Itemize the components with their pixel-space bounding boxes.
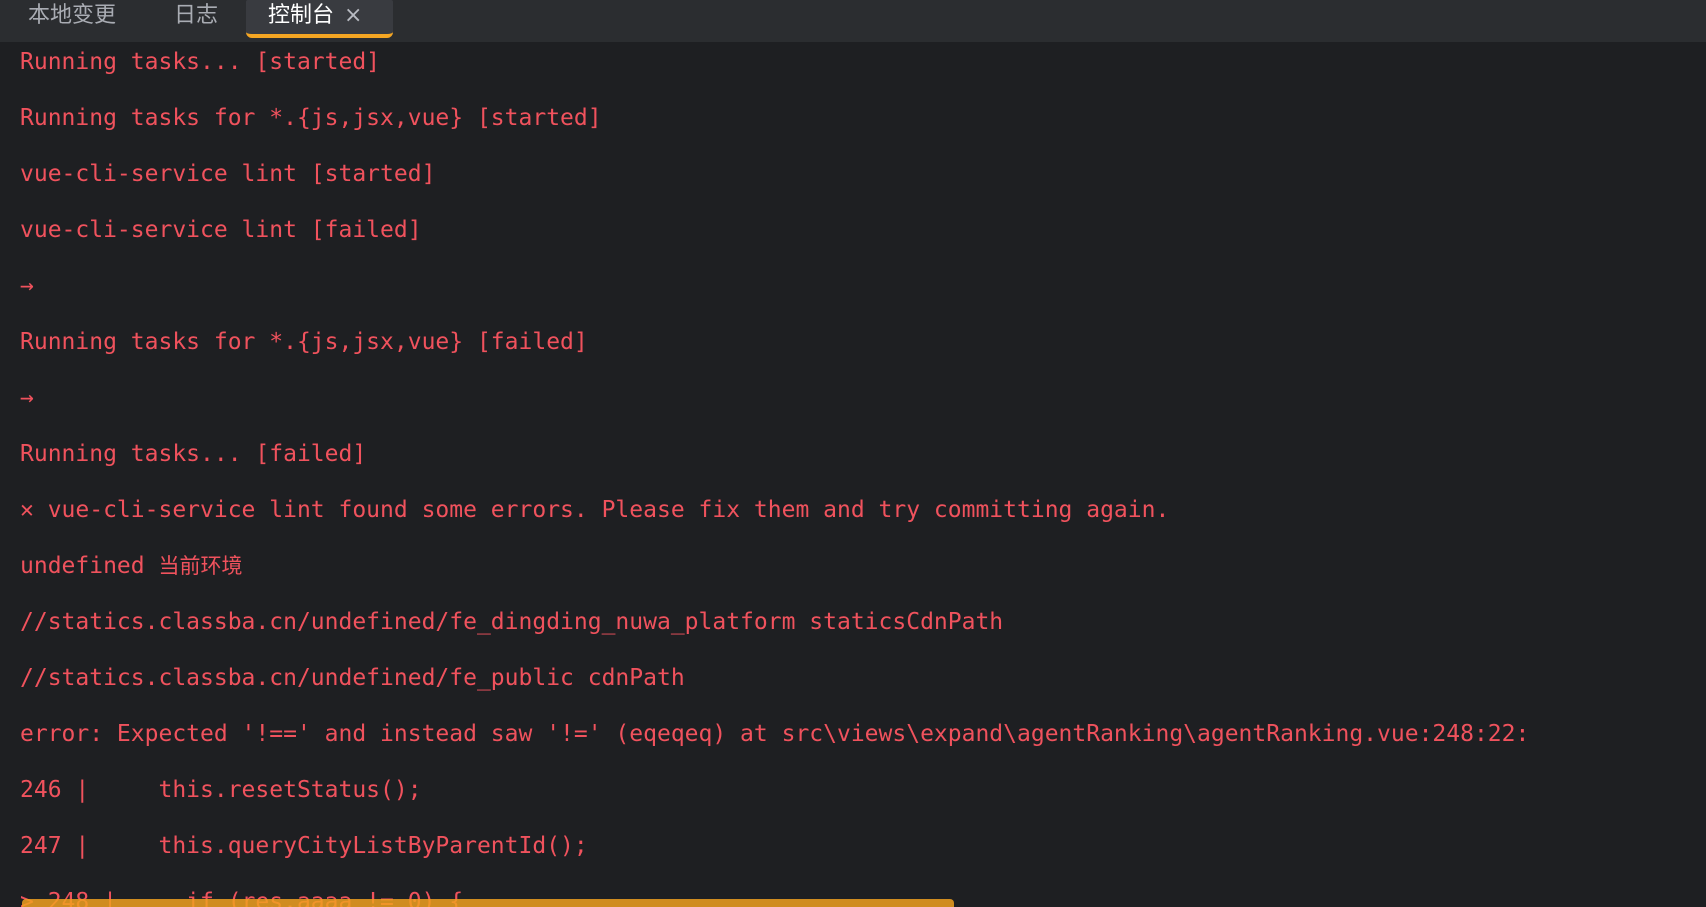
console-line: Running tasks for *.{js,jsx,vue} [starte… — [20, 105, 602, 131]
error-line: error: Expected '!==' and instead saw '!… — [20, 721, 1530, 747]
tab-console[interactable]: 控制台 × — [246, 0, 393, 38]
console-line: Running tasks... [failed] — [20, 441, 367, 467]
close-icon[interactable]: × — [344, 0, 362, 32]
console-line: //statics.classba.cn/undefined/fe_dingdi… — [20, 609, 1004, 635]
error-summary-line: ✕ vue-cli-service lint found some errors… — [20, 497, 1170, 523]
tab-local-changes[interactable]: 本地变更 — [28, 0, 116, 38]
console-line: Running tasks... [started] — [20, 49, 381, 75]
code-line: 246 | this.resetStatus(); — [20, 777, 422, 803]
console-line: vue-cli-service lint [started] — [20, 161, 436, 187]
arrow-line: → — [20, 273, 34, 299]
console-line: vue-cli-service lint [failed] — [20, 217, 422, 243]
tab-log[interactable]: 日志 — [174, 0, 218, 38]
console-line: //statics.classba.cn/undefined/fe_public… — [20, 665, 685, 691]
env-value: undefined — [20, 553, 145, 579]
tab-label: 本地变更 — [28, 3, 117, 28]
env-label: 当前环境 — [158, 554, 243, 578]
tab-label: 控制台 — [268, 3, 335, 28]
tool-window-tab-bar: 本地变更 日志 控制台 × — [0, 0, 1706, 42]
tab-label: 日志 — [174, 3, 219, 28]
env-line: undefined 当前环境 — [20, 551, 242, 581]
console-output[interactable]: Running tasks... [started] Running tasks… — [0, 42, 1706, 907]
console-line: Running tasks for *.{js,jsx,vue} [failed… — [20, 329, 588, 355]
code-line: 247 | this.queryCityListByParentId(); — [20, 833, 588, 859]
arrow-line: → — [20, 385, 34, 411]
horizontal-scrollbar[interactable] — [22, 899, 954, 907]
